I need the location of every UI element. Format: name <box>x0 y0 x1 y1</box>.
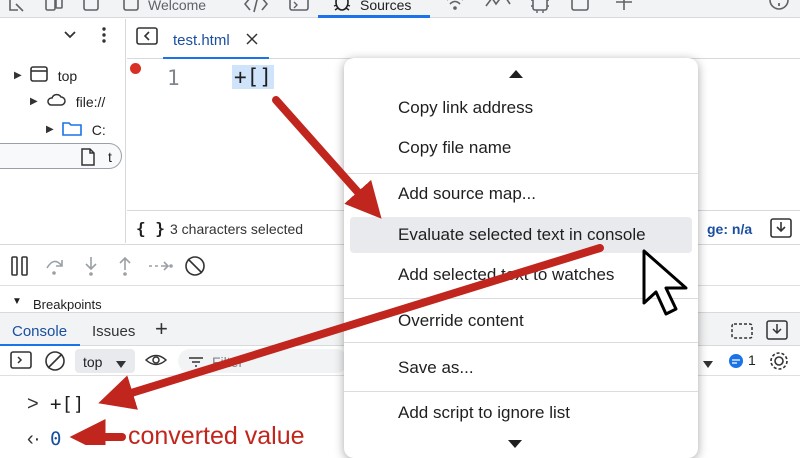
download-icon[interactable] <box>770 218 792 241</box>
tab-console-label: Console <box>12 323 68 340</box>
console-settings-icon[interactable] <box>768 350 790 377</box>
editor-tab-label: test.html <box>173 32 230 49</box>
console-panel-icon[interactable] <box>288 0 310 18</box>
pause-icon[interactable] <box>10 256 30 281</box>
scroll-down-arrow-icon[interactable] <box>507 436 523 454</box>
add-panel-icon[interactable] <box>614 0 634 18</box>
more-vertical-icon[interactable] <box>100 25 108 50</box>
close-icon[interactable] <box>245 32 259 51</box>
selection-status: 3 characters selected <box>170 221 304 237</box>
performance-icon[interactable] <box>484 0 514 18</box>
folder-icon <box>61 120 82 139</box>
converted-value-annotation: converted value <box>128 422 305 450</box>
pretty-print-icon[interactable]: { } <box>136 219 165 238</box>
tree-item-label: file:// <box>75 93 106 110</box>
menu-item-add-source-map[interactable]: Add source map... <box>344 176 698 212</box>
cloud-icon <box>46 93 66 110</box>
step-icon[interactable] <box>148 256 174 281</box>
expand-triangle-icon[interactable]: ▶ <box>14 70 22 81</box>
menu-item-copy-file-name[interactable]: Copy file name <box>344 130 698 166</box>
line-number: 1 <box>167 66 180 90</box>
coverage-status[interactable]: ge: n/a <box>707 221 752 237</box>
tree-item-label: top <box>57 67 78 84</box>
devtools-top-tabbar: Welcome Sources <box>0 0 800 18</box>
log-level-dropdown-icon[interactable] <box>702 357 714 375</box>
tree-item-top[interactable]: ▶ top <box>14 66 77 85</box>
panel-icon[interactable] <box>82 0 100 18</box>
menu-separator <box>344 342 698 343</box>
close-drawer-icon[interactable] <box>766 320 788 345</box>
tree-item-selected-row[interactable]: t <box>0 143 122 169</box>
breakpoint-marker[interactable] <box>130 63 141 74</box>
console-input-prompt: > <box>27 393 39 415</box>
filter-input[interactable]: Filter <box>178 349 348 373</box>
issues-count[interactable]: 1 <box>748 352 756 368</box>
menu-item-copy-link-address[interactable]: Copy link address <box>344 90 698 126</box>
console-result-prompt: ‹· <box>27 428 41 450</box>
step-over-icon[interactable] <box>44 256 66 281</box>
eye-icon[interactable] <box>144 351 168 374</box>
tree-item-file[interactable]: ▶ file:// <box>30 93 105 110</box>
tree-item-label: C: <box>91 121 106 138</box>
mouse-cursor-icon <box>640 248 694 323</box>
active-tab-indicator <box>318 15 430 18</box>
step-into-icon[interactable] <box>81 256 101 281</box>
breakpoints-header[interactable]: Breakpoints <box>33 297 102 311</box>
menu-separator <box>344 391 698 392</box>
selected-code-text[interactable]: +[] <box>232 65 274 89</box>
tab-console[interactable]: Console <box>0 313 80 346</box>
filter-placeholder: Filter <box>212 354 244 370</box>
editor-tabbar: test.html <box>127 19 800 59</box>
menu-separator <box>344 173 698 174</box>
frame-icon <box>29 66 48 85</box>
device-toolbar-icon[interactable] <box>44 0 64 18</box>
memory-chip-icon[interactable] <box>528 0 552 18</box>
add-tab-button[interactable]: + <box>155 316 168 342</box>
expand-triangle-icon[interactable]: ▶ <box>46 124 54 135</box>
sidebar-toggle-icon[interactable] <box>10 351 32 374</box>
editor-tab-test-html[interactable]: test.html <box>163 19 269 59</box>
tree-item-label: t <box>108 149 112 165</box>
context-label: top <box>83 354 103 370</box>
file-icon <box>80 148 96 171</box>
inspect-element-icon[interactable] <box>8 0 26 18</box>
menu-item-save-as[interactable]: Save as... <box>344 350 698 386</box>
toggle-navigator-icon[interactable] <box>136 27 158 50</box>
welcome-icon <box>122 0 140 18</box>
console-result-value[interactable]: 0 <box>50 428 61 450</box>
tab-issues[interactable]: Issues <box>92 323 135 340</box>
issues-badge-icon[interactable] <box>728 353 744 374</box>
menu-item-ignore-list[interactable]: Add script to ignore list <box>344 395 698 431</box>
tab-welcome[interactable]: Welcome <box>148 0 228 18</box>
context-selector[interactable]: top <box>75 349 135 373</box>
scroll-up-arrow-icon[interactable] <box>508 66 524 84</box>
network-wifi-icon[interactable] <box>444 0 466 18</box>
chevron-down-icon[interactable] <box>62 28 78 46</box>
clear-console-icon[interactable] <box>44 350 66 377</box>
console-input-text[interactable]: +[] <box>50 393 84 415</box>
dropdown-arrow-icon <box>115 357 127 375</box>
deactivate-breakpoints-icon[interactable] <box>184 255 206 282</box>
step-out-icon[interactable] <box>115 256 135 281</box>
elements-icon[interactable] <box>244 0 268 18</box>
filter-icon <box>188 355 204 373</box>
file-navigator: ▶ top ▶ file:// ▶ C: t <box>0 19 126 243</box>
expand-triangle-icon[interactable]: ▶ <box>30 96 38 107</box>
collapse-triangle-icon[interactable]: ▼ <box>12 296 22 307</box>
help-icon[interactable] <box>768 0 790 18</box>
tree-item-drive[interactable]: ▶ C: <box>46 120 106 139</box>
more-panels-icon[interactable] <box>570 0 590 18</box>
dock-icon[interactable] <box>731 320 753 345</box>
